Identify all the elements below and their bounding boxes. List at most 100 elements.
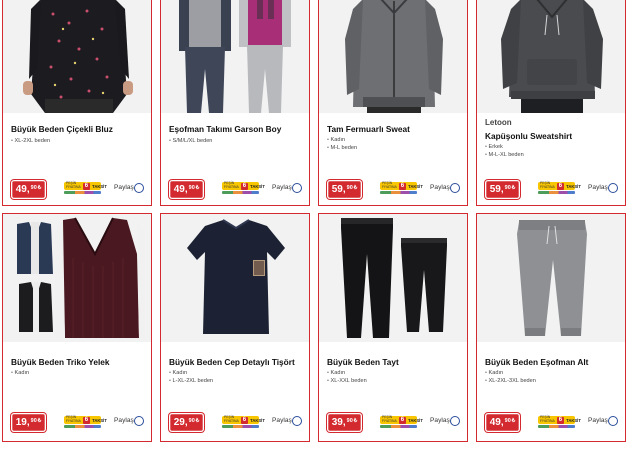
price-integer: 59: [331, 184, 343, 195]
product-details: Erkek M-L-XL beden: [485, 144, 524, 159]
share-icon[interactable]: [292, 416, 302, 426]
price-separator: ,: [500, 184, 504, 195]
product-title[interactable]: Tam Fermuarlı Sweat: [327, 124, 410, 134]
price-integer: 39: [331, 417, 343, 428]
product-card[interactable]: Büyük Beden Eşofman Alt Kadın XL-2XL-3XL…: [476, 213, 626, 442]
product-card[interactable]: Tam Fermuarlı Sweat Kadın M-L beden 59,9…: [318, 0, 468, 206]
price-currency: ₺: [511, 417, 516, 424]
share-icon[interactable]: [134, 183, 144, 193]
installment-word: TAKSİT: [250, 417, 265, 423]
share-label[interactable]: Paylaş: [272, 417, 292, 424]
installment-badge: PEŞİN FİYATINA 6 TAKSİT: [64, 181, 107, 195]
share-icon[interactable]: [292, 183, 302, 193]
share-icon[interactable]: [450, 183, 460, 193]
installment-number: 6: [82, 182, 91, 190]
share-icon[interactable]: [450, 416, 460, 426]
product-details: XL-2XL beden: [11, 138, 51, 146]
product-details: Kadın: [11, 370, 30, 378]
price-currency: ₺: [353, 417, 358, 424]
installment-badge: PEŞİN FİYATINA 6 TAKSİT: [538, 181, 581, 195]
share-label[interactable]: Paylaş: [272, 184, 292, 191]
product-image[interactable]: [161, 214, 309, 342]
price-separator: ,: [342, 417, 346, 428]
share-label[interactable]: Paylaş: [430, 417, 450, 424]
installment-prefix: PEŞİN FİYATINA: [224, 415, 239, 423]
installment-word: TAKSİT: [566, 183, 581, 189]
price-integer: 49: [489, 417, 501, 428]
product-image[interactable]: [477, 214, 625, 342]
price-separator: ,: [26, 417, 30, 428]
card-logos: [538, 191, 575, 194]
price-tag: 59, 90 ₺: [485, 180, 520, 199]
share-label[interactable]: Paylaş: [114, 184, 134, 191]
product-image[interactable]: [3, 214, 151, 342]
product-card[interactable]: Büyük Beden Çiçekli Bluz XL-2XL beden 49…: [2, 0, 152, 206]
product-detail: XL-XXL beden: [327, 378, 367, 386]
product-card[interactable]: Büyük Beden Cep Detaylı Tişört Kadın L-X…: [160, 213, 310, 442]
installment-word: TAKSİT: [408, 417, 423, 423]
price-decimal: 90: [30, 184, 37, 191]
product-detail: Kadın: [485, 370, 536, 378]
share-label[interactable]: Paylaş: [588, 184, 608, 191]
price-decimal: 90: [504, 184, 511, 191]
price-currency: ₺: [195, 417, 200, 424]
product-title[interactable]: Büyük Beden Cep Detaylı Tişört: [169, 357, 295, 367]
product-image[interactable]: [319, 0, 467, 113]
product-detail: XL-2XL-3XL beden: [485, 378, 536, 386]
price-tag: 49, 90 ₺: [169, 180, 204, 199]
share-label[interactable]: Paylaş: [588, 417, 608, 424]
product-title[interactable]: Büyük Beden Triko Yelek: [11, 357, 110, 367]
installment-prefix: PEŞİN FİYATINA: [224, 181, 239, 189]
product-detail: L-XL-2XL beden: [169, 378, 214, 386]
price-tag: 19, 90 ₺: [11, 413, 46, 432]
product-title[interactable]: Büyük Beden Tayt: [327, 357, 399, 367]
price-decimal: 90: [188, 184, 195, 191]
price-tag: 49, 90 ₺: [485, 413, 520, 432]
installment-badge: PEŞİN FİYATINA 6 TAKSİT: [64, 415, 107, 429]
installment-badge: PEŞİN FİYATINA 6 TAKSİT: [222, 181, 265, 195]
share-icon[interactable]: [608, 416, 618, 426]
product-detail: Kadın: [327, 370, 367, 378]
product-image[interactable]: [319, 214, 467, 342]
product-card[interactable]: Büyük Beden Triko Yelek Kadın 19,90₺ PEŞ…: [2, 213, 152, 442]
price-currency: ₺: [195, 184, 200, 191]
product-detail: Kadın: [169, 370, 213, 378]
price-integer: 49: [15, 184, 27, 195]
share-icon[interactable]: [134, 416, 144, 426]
product-title[interactable]: Büyük Beden Çiçekli Bluz: [11, 124, 113, 134]
price-currency: ₺: [511, 184, 516, 191]
product-card[interactable]: Eşofman Takımı Garson Boy S/M/L/XL beden…: [160, 0, 310, 206]
product-title[interactable]: Eşofman Takımı Garson Boy: [169, 124, 281, 134]
share-label[interactable]: Paylaş: [430, 184, 450, 191]
installment-badge: PEŞİN FİYATINA 6 TAKSİT: [380, 415, 423, 429]
product-image[interactable]: [3, 0, 151, 113]
product-card[interactable]: Büyük Beden Tayt Kadın XL-XXL beden 39,9…: [318, 213, 468, 442]
product-card[interactable]: Letoon Kapüşonlu Sweatshirt Erkek M-L-XL…: [476, 0, 626, 206]
product-detail: Kadın: [327, 137, 357, 145]
installment-word: TAKSİT: [92, 417, 107, 423]
installment-number: 6: [556, 182, 565, 190]
product-details: S/M/L/XL beden: [169, 138, 213, 146]
installment-word: TAKSİT: [408, 183, 423, 189]
share-icon[interactable]: [608, 183, 618, 193]
installment-prefix: PEŞİN FİYATINA: [382, 415, 397, 423]
product-brand: Letoon: [485, 118, 512, 127]
product-title[interactable]: Kapüşonlu Sweatshirt: [485, 131, 572, 141]
card-logos: [222, 191, 259, 194]
share-label[interactable]: Paylaş: [114, 417, 134, 424]
price-tag: 49, 90 ₺: [11, 180, 46, 199]
product-image[interactable]: [161, 0, 309, 113]
installment-badge: PEŞİN FİYATINA 6 TAKSİT: [380, 181, 423, 195]
price-decimal: 90: [346, 184, 353, 191]
product-details: Kadın M-L beden: [327, 137, 358, 153]
product-title[interactable]: Büyük Beden Eşofman Alt: [485, 357, 588, 367]
product-detail: M-L beden: [327, 145, 358, 153]
price-decimal: 90: [30, 417, 37, 424]
installment-number: 6: [240, 416, 249, 424]
card-logos: [380, 425, 417, 428]
installment-prefix: PEŞİN FİYATINA: [66, 415, 81, 423]
installment-word: TAKSİT: [92, 183, 107, 189]
product-image[interactable]: [477, 0, 625, 113]
installment-word: TAKSİT: [250, 183, 265, 189]
product-details: Kadın XL-2XL-3XL beden: [485, 370, 536, 385]
